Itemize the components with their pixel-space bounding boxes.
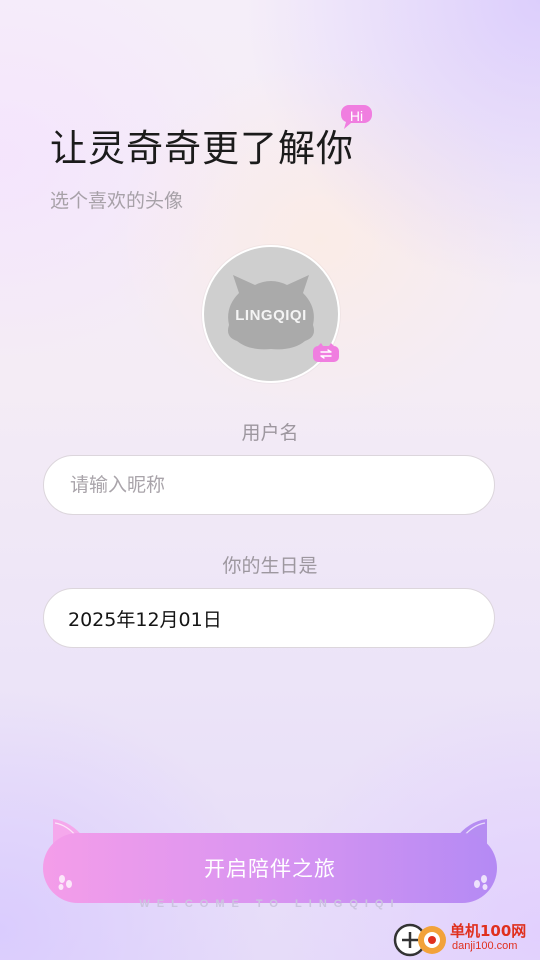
nickname-input[interactable]: [68, 473, 470, 497]
watermark-logo-icon: [393, 923, 446, 957]
birthday-label: 你的生日是: [222, 555, 318, 577]
start-journey-button[interactable]: 开启陪伴之旅: [43, 833, 497, 903]
start-button-area: 开启陪伴之旅: [43, 819, 497, 903]
welcome-tagline: WELCOME TO LINGQIQI: [139, 898, 401, 910]
avatar-logo-text: LINGQIQI: [235, 307, 307, 324]
left-paw-icon: [58, 875, 72, 890]
site-watermark: 单机100网 danji100.com: [392, 918, 540, 960]
swap-avatar-button[interactable]: [313, 343, 339, 363]
page-title: 让灵奇奇更了解你: [50, 127, 354, 170]
birthday-field[interactable]: 2025年12月01日: [43, 588, 495, 648]
swap-icon: [313, 343, 339, 362]
username-field[interactable]: [43, 455, 495, 515]
right-paw-icon: [474, 875, 488, 890]
birthday-value: 2025年12月01日: [68, 608, 222, 631]
page-subtitle: 选个喜欢的头像: [50, 190, 184, 212]
hi-badge-text: Hi: [349, 108, 364, 124]
watermark-title: 单机100网: [450, 922, 527, 940]
username-label: 用户名: [241, 422, 299, 444]
hi-badge: Hi: [340, 103, 373, 131]
watermark-url: danji100.com: [452, 940, 518, 952]
